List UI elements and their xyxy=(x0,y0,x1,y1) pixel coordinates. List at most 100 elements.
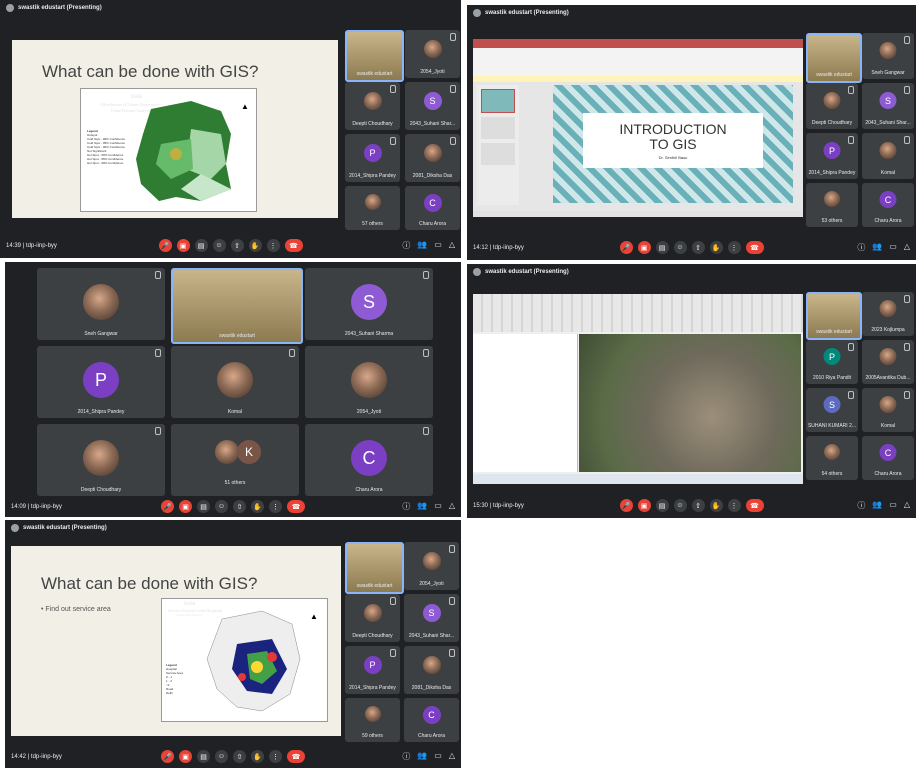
speaker-tile[interactable]: swastik edustart xyxy=(806,33,862,83)
participant-tile[interactable]: P 2010 Riya Pandit xyxy=(806,340,858,384)
more-options-button[interactable]: ⋮ xyxy=(727,241,741,254)
captions-button[interactable]: ▤ xyxy=(655,241,669,254)
chat-icon[interactable]: ▭ xyxy=(434,240,442,251)
info-icon[interactable]: ⓘ xyxy=(402,751,410,762)
chat-icon[interactable]: ▭ xyxy=(434,501,442,512)
mic-button[interactable]: 🎤 xyxy=(158,239,172,252)
people-icon[interactable]: 👥 xyxy=(417,240,427,251)
captions-button[interactable]: ▤ xyxy=(194,239,208,252)
activities-icon[interactable]: △ xyxy=(449,240,455,251)
participant-tile[interactable]: 2054_Jyoti xyxy=(305,346,433,418)
mic-button[interactable]: 🎤 xyxy=(161,750,174,763)
activities-icon[interactable]: △ xyxy=(449,501,455,512)
thumbnail[interactable] xyxy=(481,89,515,113)
participant-tile[interactable]: P 2014_Shipra Pandey xyxy=(806,133,858,179)
present-button[interactable]: ⇧ xyxy=(691,241,705,254)
more-options-button[interactable]: ⋮ xyxy=(269,500,282,513)
captions-button[interactable]: ▤ xyxy=(197,750,210,763)
raise-hand-button[interactable]: ✋ xyxy=(709,241,723,254)
camera-button[interactable]: ▣ xyxy=(637,241,651,254)
participant-tile[interactable]: Sneh Gangwar xyxy=(862,33,914,79)
participant-tile[interactable]: Sneh Gangwar xyxy=(37,268,165,340)
participant-tile[interactable]: C Charu Arora xyxy=(405,186,460,230)
leave-call-button[interactable]: ☎ xyxy=(745,499,764,512)
participant-tile[interactable]: 2005Avantika Dub... xyxy=(862,340,914,384)
speaker-tile[interactable]: swastik edustart xyxy=(806,292,862,340)
participant-tile[interactable]: 2023 Kojlumpa xyxy=(862,292,914,336)
participant-tile[interactable]: C Charu Arora xyxy=(305,424,433,496)
info-icon[interactable]: ⓘ xyxy=(402,240,410,251)
participant-tile[interactable]: Deepti Choudhary xyxy=(806,83,858,129)
mic-button[interactable]: 🎤 xyxy=(619,499,633,512)
present-button[interactable]: ⇧ xyxy=(233,500,246,513)
participant-tile[interactable]: P 2014_Shipra Pandey xyxy=(345,646,400,694)
camera-button[interactable]: ▣ xyxy=(176,239,190,252)
people-icon[interactable]: 👥 xyxy=(417,751,427,762)
participant-tile[interactable]: S SUHANI KUMARI 2... xyxy=(806,388,858,432)
people-icon[interactable]: 👥 xyxy=(872,242,882,253)
chat-icon[interactable]: ▭ xyxy=(889,500,897,511)
captions-button[interactable]: ▤ xyxy=(197,500,210,513)
participant-tile[interactable]: 2081_Diksha Das xyxy=(404,646,459,694)
raise-hand-button[interactable]: ✋ xyxy=(251,500,264,513)
present-button[interactable]: ⇧ xyxy=(691,499,705,512)
participant-tile[interactable]: Komal xyxy=(171,346,299,418)
participant-tile[interactable]: Deepti Choudhary xyxy=(345,82,400,130)
emoji-button[interactable]: ☺ xyxy=(215,750,228,763)
participant-tile[interactable]: 2054_Jyoti xyxy=(404,542,459,590)
more-options-button[interactable]: ⋮ xyxy=(269,750,282,763)
speaker-tile[interactable]: swastik edustart xyxy=(345,30,404,82)
participant-tile[interactable]: S 2043_Suhani Shar... xyxy=(405,82,460,130)
people-icon[interactable]: 👥 xyxy=(872,500,882,511)
raise-hand-button[interactable]: ✋ xyxy=(251,750,264,763)
present-button[interactable]: ⇧ xyxy=(230,239,244,252)
leave-call-button[interactable]: ☎ xyxy=(287,500,305,513)
speaker-tile[interactable]: swastik edustart xyxy=(345,542,404,594)
others-tile[interactable]: 59 others xyxy=(345,698,400,742)
others-tile[interactable]: 53 others xyxy=(806,183,858,227)
participant-tile[interactable]: C Charu Arora xyxy=(862,436,914,480)
emoji-button[interactable]: ☺ xyxy=(215,500,228,513)
raise-hand-button[interactable]: ✋ xyxy=(248,239,262,252)
camera-button[interactable]: ▣ xyxy=(179,750,192,763)
activities-icon[interactable]: △ xyxy=(904,500,910,511)
people-icon[interactable]: 👥 xyxy=(417,501,427,512)
participant-tile[interactable]: 2054_Jyoti xyxy=(405,30,460,78)
participant-tile[interactable]: S 2043_Suhani Sharma xyxy=(305,268,433,340)
leave-call-button[interactable]: ☎ xyxy=(287,750,305,763)
participant-tile[interactable]: 2081_Diksha Das xyxy=(405,134,460,182)
mic-button[interactable]: 🎤 xyxy=(161,500,174,513)
speaker-tile[interactable]: swastik edustart xyxy=(171,268,303,344)
chat-icon[interactable]: ▭ xyxy=(889,242,897,253)
participant-tile[interactable]: Komal xyxy=(862,388,914,432)
thumbnail[interactable] xyxy=(481,143,515,165)
others-tile[interactable]: 57 others xyxy=(345,186,400,230)
leave-call-button[interactable]: ☎ xyxy=(745,241,764,254)
raise-hand-button[interactable]: ✋ xyxy=(709,499,723,512)
emoji-button[interactable]: ☺ xyxy=(673,241,687,254)
participant-tile[interactable]: C Charu Arora xyxy=(404,698,459,742)
info-icon[interactable]: ⓘ xyxy=(402,501,410,512)
camera-button[interactable]: ▣ xyxy=(179,500,192,513)
participant-tile[interactable]: C Charu Arora xyxy=(862,183,914,227)
others-tile[interactable]: 54 others xyxy=(806,436,858,480)
chat-icon[interactable]: ▭ xyxy=(434,751,442,762)
info-icon[interactable]: ⓘ xyxy=(857,500,865,511)
captions-button[interactable]: ▤ xyxy=(655,499,669,512)
more-options-button[interactable]: ⋮ xyxy=(727,499,741,512)
participant-tile[interactable]: S 2043_Suhani Shar... xyxy=(404,594,459,642)
leave-call-button[interactable]: ☎ xyxy=(284,239,303,252)
thumbnail[interactable] xyxy=(481,117,515,139)
emoji-button[interactable]: ☺ xyxy=(212,239,226,252)
camera-button[interactable]: ▣ xyxy=(637,499,651,512)
participant-tile[interactable]: P 2014_Shipra Pandey xyxy=(345,134,400,182)
activities-icon[interactable]: △ xyxy=(449,751,455,762)
participant-tile[interactable]: Deepti Choudhary xyxy=(345,594,400,642)
emoji-button[interactable]: ☺ xyxy=(673,499,687,512)
others-tile[interactable]: K 51 others xyxy=(171,424,299,496)
participant-tile[interactable]: S 2043_Suhani Shar... xyxy=(862,83,914,129)
info-icon[interactable]: ⓘ xyxy=(857,242,865,253)
participant-tile[interactable]: P 2014_Shipra Pandey xyxy=(37,346,165,418)
present-button[interactable]: ⇧ xyxy=(233,750,246,763)
mic-button[interactable]: 🎤 xyxy=(619,241,633,254)
